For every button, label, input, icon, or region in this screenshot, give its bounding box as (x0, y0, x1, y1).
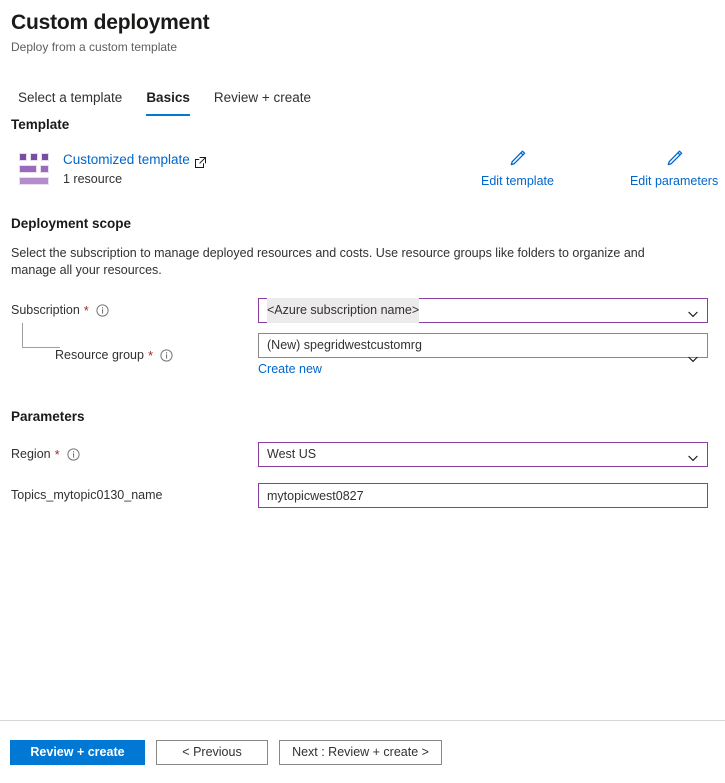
next-review-create-button[interactable]: Next : Review + create > (279, 739, 442, 765)
info-icon[interactable] (96, 304, 109, 317)
resource-group-value: (New) spegridwestcustomrg (267, 338, 422, 352)
topic-name-row: Topics_mytopic0130_name (11, 483, 714, 508)
page-title: Custom deployment (11, 11, 210, 34)
tab-select-a-template[interactable]: Select a template (18, 88, 122, 116)
tab-basics[interactable]: Basics (146, 88, 190, 116)
template-edit-actions: Edit template Edit parameters (481, 149, 718, 190)
region-control: West US (258, 442, 708, 467)
edit-parameters-label: Edit parameters (629, 174, 719, 188)
previous-button[interactable]: < Previous (156, 739, 268, 765)
subscription-dropdown[interactable]: <Azure subscription name> (258, 298, 708, 323)
required-asterisk: * (54, 446, 60, 462)
template-resource-count: 1 resource (63, 172, 123, 186)
page-subtitle: Deploy from a custom template (11, 40, 178, 54)
chevron-down-icon (687, 449, 699, 461)
topic-name-label-cell: Topics_mytopic0130_name (11, 487, 258, 504)
info-icon[interactable] (160, 349, 173, 362)
external-link-icon (194, 155, 206, 168)
required-asterisk: * (83, 302, 89, 318)
parameters-form: Region * West US Topics_mytopic0130_name… (11, 442, 714, 508)
pencil-icon (664, 149, 684, 171)
page-header: Custom deployment Deploy from a custom t… (0, 0, 725, 55)
topic-name-input[interactable] (258, 483, 708, 508)
resource-group-row: Resource group * (New) spegridwestcustom… (11, 333, 714, 378)
wizard-footer: Review + create < Previous Next : Review… (0, 720, 725, 783)
subscription-row: Subscription * <Azure subscription name> (11, 298, 714, 323)
topic-name-control (258, 483, 708, 508)
edit-parameters-button[interactable]: Edit parameters (630, 149, 718, 190)
resource-group-control: (New) spegridwestcustomrg Create new (258, 333, 708, 378)
deployment-scope-title: Deployment scope (11, 216, 132, 231)
region-label-cell: Region * (11, 446, 258, 463)
region-row: Region * West US (11, 442, 714, 467)
create-new-resource-group-link[interactable]: Create new (258, 361, 322, 378)
region-value: West US (267, 447, 317, 461)
chevron-down-icon (687, 350, 699, 362)
edit-template-button[interactable]: Edit template (481, 149, 554, 190)
review-create-button[interactable]: Review + create (10, 739, 145, 765)
template-summary-row: Customized template 1 resource Edit temp… (11, 150, 718, 189)
edit-template-label: Edit template (481, 174, 554, 188)
chevron-down-icon (687, 305, 699, 317)
required-asterisk: * (147, 347, 154, 363)
topic-name-label: Topics_mytopic0130_name (11, 488, 163, 502)
tab-review-create[interactable]: Review + create (214, 88, 311, 116)
template-info: Customized template 1 resource (63, 151, 206, 188)
wizard-tabs: Select a template Basics Review + create (0, 86, 725, 116)
resource-group-label: Resource group (55, 348, 144, 362)
subscription-label: Subscription (11, 303, 80, 317)
info-icon[interactable] (67, 448, 80, 461)
subscription-label-cell: Subscription * (11, 302, 258, 319)
region-label: Region (11, 447, 51, 461)
scope-form: Subscription * <Azure subscription name> (11, 298, 714, 378)
resource-group-label-cell: Resource group * (11, 347, 258, 364)
template-grid-icon (19, 153, 49, 185)
subscription-value: <Azure subscription name> (267, 298, 420, 323)
customized-template-label: Customized template (63, 152, 190, 167)
pencil-icon (507, 149, 527, 171)
subscription-control: <Azure subscription name> (258, 298, 708, 323)
resource-group-dropdown[interactable]: (New) spegridwestcustomrg (258, 333, 708, 362)
template-section-title: Template (11, 117, 70, 132)
customized-template-link[interactable]: Customized template (63, 151, 206, 169)
deployment-scope-description: Select the subscription to manage deploy… (11, 246, 645, 277)
page-body: Template Customized template 1 resource … (0, 116, 725, 508)
parameters-section-title: Parameters (11, 409, 85, 424)
custom-deployment-page: Custom deployment Deploy from a custom t… (0, 0, 725, 783)
region-dropdown[interactable]: West US (258, 442, 708, 467)
